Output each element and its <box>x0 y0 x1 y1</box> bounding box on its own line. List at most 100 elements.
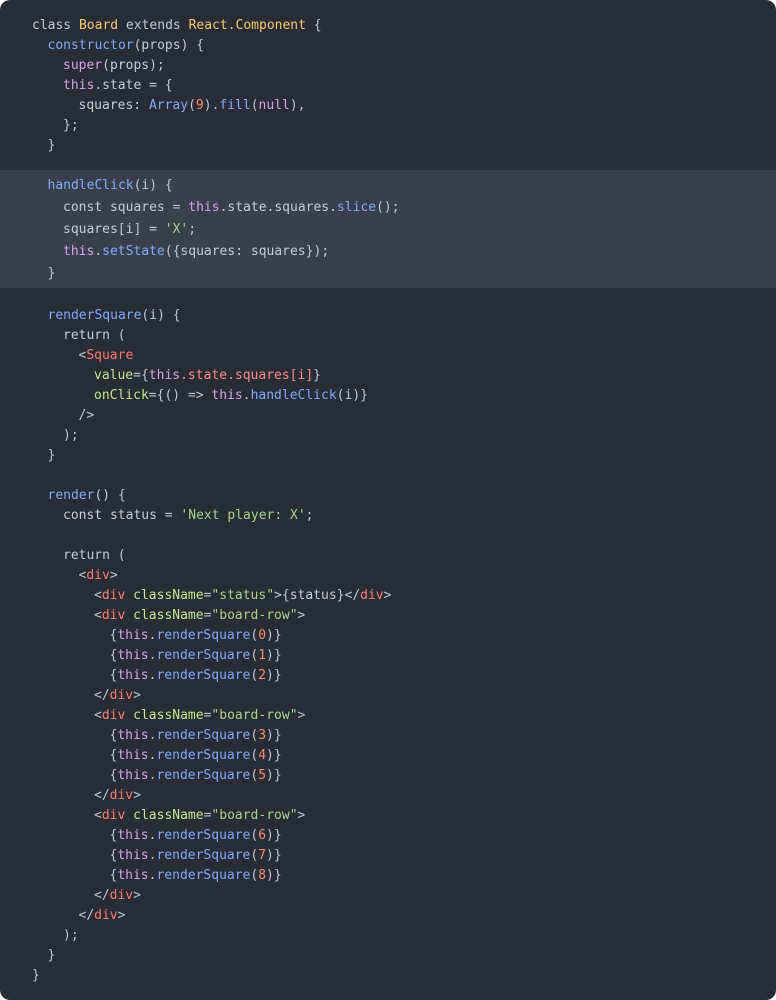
code-line: <div className="status">{status}</div> <box>0 586 776 606</box>
code-token: const <box>63 508 110 523</box>
code-line: squares: Array(9).fill(null), <box>0 96 776 116</box>
code-token: 8 <box>258 868 267 883</box>
code-token: status <box>109 508 157 523</box>
code-line: this.setState({squares: squares}); <box>0 242 776 262</box>
code-token: )} <box>352 388 368 403</box>
code-token: ) { <box>157 308 181 323</box>
code-line: } <box>0 446 776 466</box>
code-token: } <box>47 266 56 281</box>
code-line: constructor(props) { <box>0 36 776 56</box>
code-token: .state = { <box>94 78 173 93</box>
code-token: 0 <box>258 628 267 643</box>
code-line: } <box>0 136 776 156</box>
code-line: ); <box>0 426 776 446</box>
code-token: this <box>63 244 95 259</box>
code-token: } <box>47 138 56 153</box>
code-line: </div> <box>0 906 776 926</box>
code-token: 4 <box>258 748 267 763</box>
code-token: > <box>109 568 118 583</box>
code-token: ( <box>102 58 110 73</box>
code-line: } <box>0 264 776 284</box>
code-line: <div className="board-row"> <box>0 606 776 626</box>
code-token: renderSquare <box>156 728 251 743</box>
code-token: }); <box>305 244 330 259</box>
code-token: div <box>101 608 126 623</box>
code-token: fill <box>219 98 251 113</box>
code-token: this <box>63 78 95 93</box>
code-line: {this.renderSquare(2)} <box>0 666 776 686</box>
code-line: {this.renderSquare(0)} <box>0 626 776 646</box>
code-token: const <box>63 200 110 215</box>
code-token: )} <box>266 668 282 683</box>
code-line: value={this.state.squares[i]} <box>0 366 776 386</box>
code-token: ={() => <box>148 388 212 403</box>
code-token: div <box>101 808 126 823</box>
code-token: < <box>94 708 102 723</box>
code-token: className <box>125 808 204 823</box>
code-token: </ <box>94 788 110 803</box>
code-token: constructor <box>47 38 134 53</box>
code-line: }; <box>0 116 776 136</box>
code-token: squares <box>250 244 306 259</box>
code-token: 'Next player: X' <box>180 508 306 523</box>
code-token: ). <box>203 98 220 113</box>
code-token: ( <box>117 328 126 343</box>
code-token: ( <box>188 98 196 113</box>
code-token: this <box>211 388 243 403</box>
code-token: )} <box>266 828 282 843</box>
code-token: : <box>133 98 149 113</box>
code-line: squares[i] = 'X'; <box>0 220 776 240</box>
code-token: renderSquare <box>156 768 251 783</box>
code-token: i <box>149 308 158 323</box>
code-token: "board-row" <box>211 708 298 723</box>
code-token: } <box>313 368 321 383</box>
code-token: < <box>94 808 102 823</box>
code-token: null <box>258 98 290 113</box>
code-token: ] = <box>133 222 165 237</box>
code-token: slice <box>336 200 377 215</box>
code-token: div <box>109 688 134 703</box>
code-token: className <box>125 708 204 723</box>
code-line: {this.renderSquare(4)} <box>0 746 776 766</box>
code-token: render <box>47 488 95 503</box>
code-line: return ( <box>0 546 776 566</box>
code-token: . <box>242 388 251 403</box>
code-token: renderSquare <box>47 308 142 323</box>
code-line: </div> <box>0 886 776 906</box>
code-token: ); <box>63 928 79 943</box>
code-token: ) { <box>180 38 205 53</box>
code-token: . <box>94 244 103 259</box>
code-line: {this.renderSquare(7)} <box>0 846 776 866</box>
code-token: extends <box>118 18 189 33</box>
code-token: squares <box>180 244 236 259</box>
code-token: this <box>117 648 149 663</box>
code-line: <div className="board-row"> <box>0 806 776 826</box>
code-token: ; <box>188 222 197 237</box>
code-token: this <box>117 768 149 783</box>
code-token: onClick <box>94 388 149 403</box>
code-line: {this.renderSquare(6)} <box>0 826 776 846</box>
code-token: 7 <box>258 848 267 863</box>
code-line: super(props); <box>0 56 776 76</box>
code-token: super <box>63 58 103 73</box>
code-token: 2 <box>258 668 267 683</box>
code-token: </ <box>94 888 110 903</box>
code-token: squares <box>109 200 165 215</box>
code-token: > <box>383 588 392 603</box>
code-token: )} <box>266 768 282 783</box>
code-line: {this.renderSquare(5)} <box>0 766 776 786</box>
code-line: const status = 'Next player: X'; <box>0 506 776 526</box>
code-line: render() { <box>0 486 776 506</box>
code-token: div <box>109 788 134 803</box>
code-token: ) { <box>149 178 173 193</box>
code-token: </ <box>94 688 110 703</box>
code-line: ); <box>0 926 776 946</box>
code-token: ); <box>63 428 79 443</box>
code-token: this <box>148 368 181 383</box>
code-token: this <box>117 728 149 743</box>
code-token: > <box>133 788 141 803</box>
code-token: return <box>63 548 118 563</box>
